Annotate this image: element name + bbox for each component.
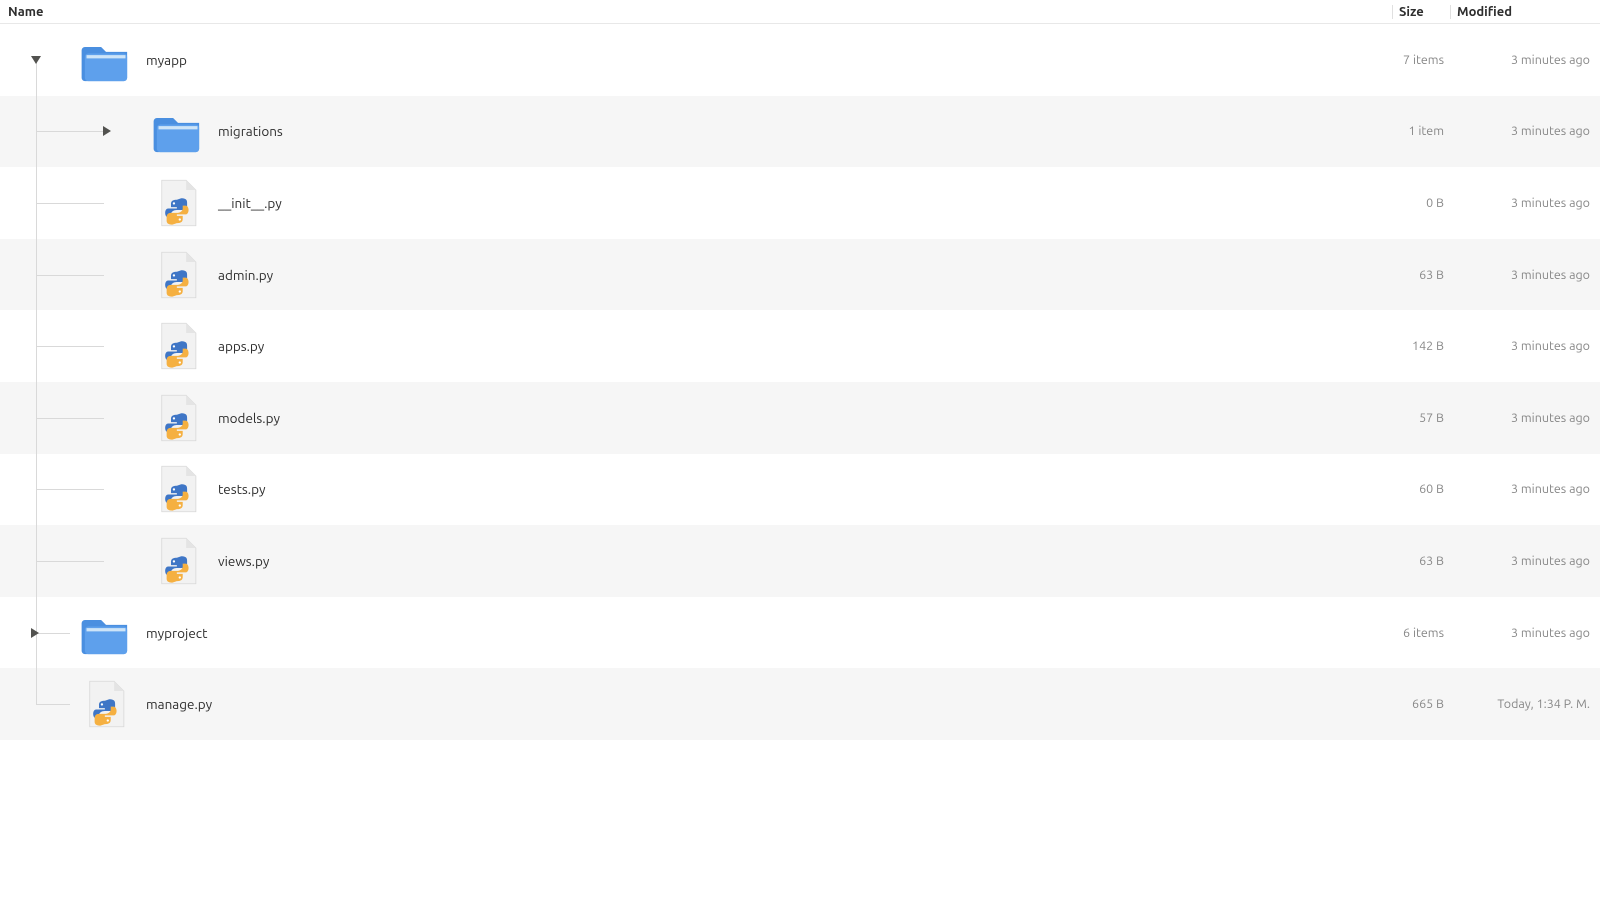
python-file-icon bbox=[80, 678, 132, 730]
tree-row-folder[interactable]: myapp 7 items3 minutes ago bbox=[0, 24, 1600, 96]
column-header-name[interactable]: Name bbox=[0, 5, 1392, 19]
disclosure-triangle-closed-icon[interactable] bbox=[103, 126, 111, 136]
item-modified: 3 minutes ago bbox=[1450, 268, 1600, 282]
item-name: models.py bbox=[218, 410, 280, 426]
item-modified: Today, 1:34 P. M. bbox=[1450, 697, 1600, 711]
tree-row-folder[interactable]: myproject 6 items3 minutes ago bbox=[0, 597, 1600, 669]
disclosure-triangle-closed-icon[interactable] bbox=[31, 628, 39, 638]
item-modified: 3 minutes ago bbox=[1450, 196, 1600, 210]
python-file-icon bbox=[152, 177, 204, 229]
item-modified: 3 minutes ago bbox=[1450, 626, 1600, 640]
tree-row-folder[interactable]: migrations 1 item3 minutes ago bbox=[0, 96, 1600, 168]
item-size: 57 B bbox=[1392, 411, 1450, 425]
item-size: 7 items bbox=[1392, 53, 1450, 67]
folder-icon bbox=[80, 34, 132, 86]
folder-icon bbox=[80, 607, 132, 659]
item-name: tests.py bbox=[218, 481, 265, 497]
item-name: admin.py bbox=[218, 267, 273, 283]
item-name: myproject bbox=[146, 625, 207, 641]
tree-row-file[interactable]: models.py 57 B3 minutes ago bbox=[0, 382, 1600, 454]
python-file-icon bbox=[152, 320, 204, 372]
item-size: 63 B bbox=[1392, 554, 1450, 568]
python-file-icon bbox=[152, 249, 204, 301]
item-size: 1 item bbox=[1392, 124, 1450, 138]
item-name: migrations bbox=[218, 123, 283, 139]
item-size: 63 B bbox=[1392, 268, 1450, 282]
item-modified: 3 minutes ago bbox=[1450, 53, 1600, 67]
column-header-size[interactable]: Size bbox=[1392, 5, 1450, 19]
tree-row-file[interactable]: tests.py 60 B3 minutes ago bbox=[0, 454, 1600, 526]
item-size: 6 items bbox=[1392, 626, 1450, 640]
item-modified: 3 minutes ago bbox=[1450, 554, 1600, 568]
item-modified: 3 minutes ago bbox=[1450, 339, 1600, 353]
python-file-icon bbox=[152, 535, 204, 587]
item-name: apps.py bbox=[218, 338, 264, 354]
python-file-icon bbox=[152, 463, 204, 515]
item-modified: 3 minutes ago bbox=[1450, 411, 1600, 425]
item-name: myapp bbox=[146, 52, 187, 68]
item-name: manage.py bbox=[146, 696, 212, 712]
tree-row-file[interactable]: views.py 63 B3 minutes ago bbox=[0, 525, 1600, 597]
file-tree: myapp7 items3 minutes ago migrations1 it… bbox=[0, 24, 1600, 740]
tree-row-file[interactable]: __init__.py 0 B3 minutes ago bbox=[0, 167, 1600, 239]
item-name: views.py bbox=[218, 553, 269, 569]
item-modified: 3 minutes ago bbox=[1450, 482, 1600, 496]
tree-row-file[interactable]: manage.py 665 BToday, 1:34 P. M. bbox=[0, 668, 1600, 740]
python-file-icon bbox=[152, 392, 204, 444]
item-size: 665 B bbox=[1392, 697, 1450, 711]
item-name: __init__.py bbox=[218, 195, 282, 211]
disclosure-triangle-open-icon[interactable] bbox=[31, 56, 41, 64]
column-header-modified[interactable]: Modified bbox=[1450, 5, 1600, 19]
folder-icon bbox=[152, 105, 204, 157]
tree-row-file[interactable]: apps.py 142 B3 minutes ago bbox=[0, 310, 1600, 382]
item-modified: 3 minutes ago bbox=[1450, 124, 1600, 138]
tree-row-file[interactable]: admin.py 63 B3 minutes ago bbox=[0, 239, 1600, 311]
column-header: Name Size Modified bbox=[0, 0, 1600, 24]
item-size: 0 B bbox=[1392, 196, 1450, 210]
item-size: 60 B bbox=[1392, 482, 1450, 496]
item-size: 142 B bbox=[1392, 339, 1450, 353]
